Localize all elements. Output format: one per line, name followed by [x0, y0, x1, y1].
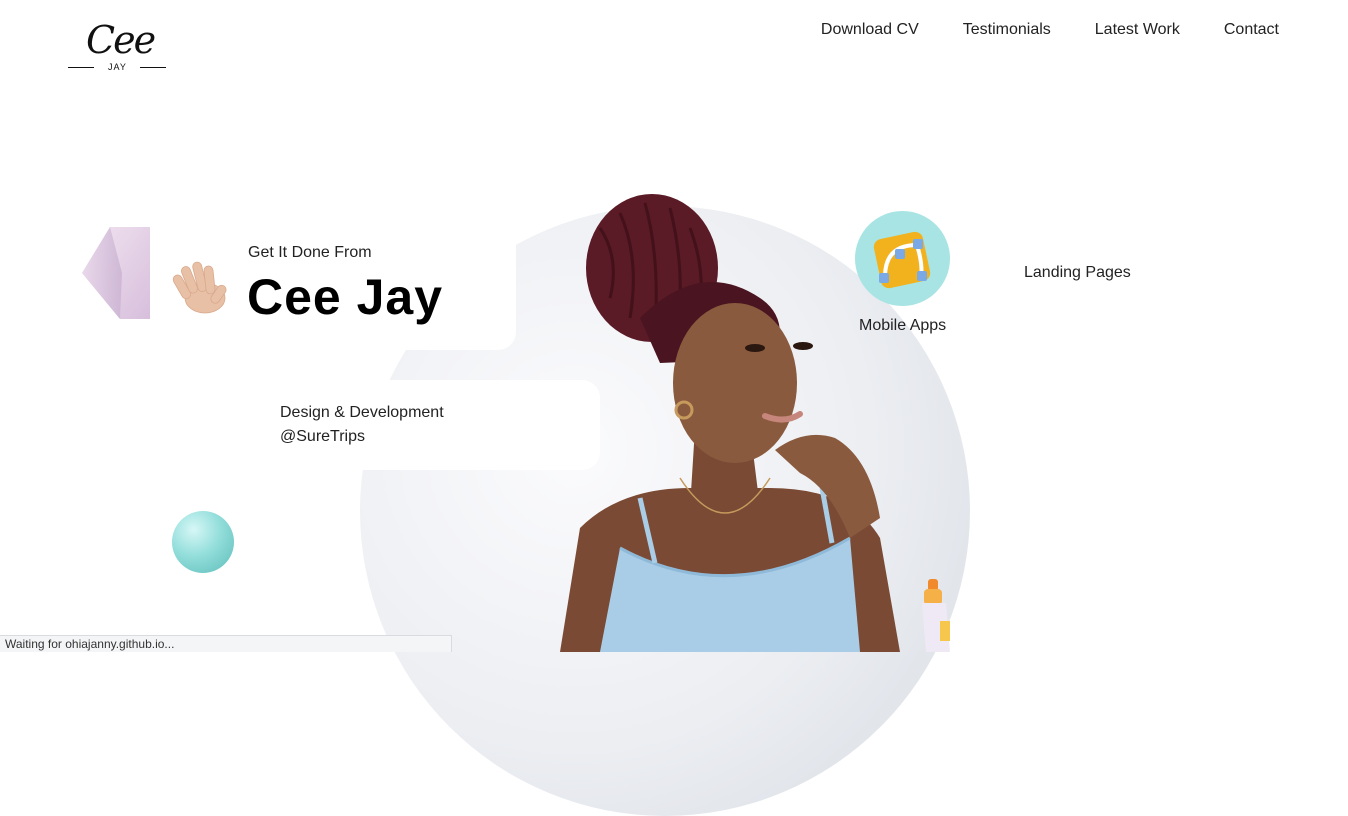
bottle-decoration: [922, 579, 950, 652]
logo-sub: JAY: [108, 62, 127, 72]
nav-latest-work[interactable]: Latest Work: [1095, 20, 1180, 40]
hero-name: Cee Jay: [247, 269, 444, 325]
hero-greeting: Get It Done From: [248, 244, 372, 261]
mobile-apps-badge: [855, 211, 950, 306]
logo-line-right: [140, 67, 166, 68]
cube-decoration: [82, 227, 150, 319]
service-landing-pages: Landing Pages: [1024, 264, 1131, 281]
logo-line-left: [68, 67, 94, 68]
logo[interactable]: Cee JAY: [66, 18, 168, 76]
browser-status-bar: Waiting for ohiajanny.github.io...: [0, 635, 452, 652]
main-nav: Download CV Testimonials Latest Work Con…: [821, 20, 1279, 40]
role-line: Design & Development: [280, 404, 444, 421]
waving-hand-icon: [172, 261, 227, 314]
ball-decoration: [172, 511, 234, 573]
logo-script: Cee: [86, 18, 156, 62]
nav-contact[interactable]: Contact: [1224, 20, 1279, 40]
hero-role: Design & Development @SureTrips: [280, 401, 444, 449]
role-company: @SureTrips: [280, 428, 365, 445]
service-mobile-apps: Mobile Apps: [859, 317, 947, 334]
nav-testimonials[interactable]: Testimonials: [963, 20, 1051, 40]
vector-pen-icon: [873, 231, 931, 289]
portrait-image: [560, 194, 900, 652]
nav-download-cv[interactable]: Download CV: [821, 20, 919, 40]
